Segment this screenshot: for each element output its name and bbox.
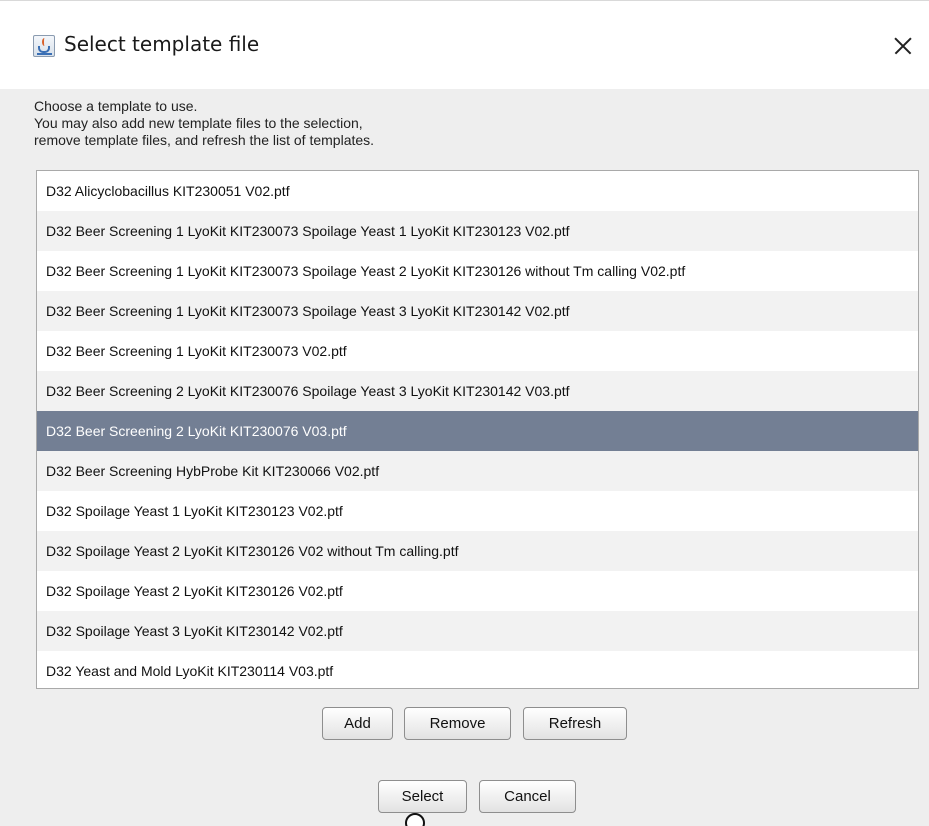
template-list-item[interactable]: D32 Spoilage Yeast 2 LyoKit KIT230126 V0… [37,531,918,571]
mouse-cursor-icon [405,813,425,826]
template-list-item[interactable]: D32 Spoilage Yeast 1 LyoKit KIT230123 V0… [37,491,918,531]
refresh-button[interactable]: Refresh [523,707,627,740]
close-icon[interactable] [888,29,922,63]
template-list-item[interactable]: D32 Spoilage Yeast 3 LyoKit KIT230142 V0… [37,611,918,651]
template-list-item[interactable]: D32 Beer Screening 1 LyoKit KIT230073 Sp… [37,211,918,251]
add-button[interactable]: Add [322,707,393,740]
template-list-item[interactable]: D32 Beer Screening HybProbe Kit KIT23006… [37,451,918,491]
instruction-line: You may also add new template files to t… [34,115,363,131]
java-cup-icon [33,35,55,57]
instructions-text: Choose a template to use. You may also a… [34,98,374,149]
template-list-item[interactable]: D32 Alicyclobacillus KIT230051 V02.ptf [37,171,918,211]
remove-button[interactable]: Remove [404,707,511,740]
template-list-item[interactable]: D32 Beer Screening 1 LyoKit KIT230073 Sp… [37,291,918,331]
template-list-item[interactable]: D32 Beer Screening 1 LyoKit KIT230073 Sp… [37,251,918,291]
instruction-line: Choose a template to use. [34,98,198,114]
dialog-title: Select template file [64,32,260,56]
title-bar: Select template file [0,1,929,89]
template-list-item[interactable]: D32 Beer Screening 2 LyoKit KIT230076 V0… [37,411,918,451]
template-list[interactable]: D32 Alicyclobacillus KIT230051 V02.ptf D3… [36,170,919,689]
template-list-item[interactable]: D32 Beer Screening 1 LyoKit KIT230073 V0… [37,331,918,371]
select-template-dialog: Select template file Choose a template t… [0,0,929,826]
template-list-item[interactable]: D32 Beer Screening 2 LyoKit KIT230076 Sp… [37,371,918,411]
select-button[interactable]: Select [378,780,467,813]
cancel-button[interactable]: Cancel [479,780,576,813]
instruction-line: remove template files, and refresh the l… [34,132,375,148]
template-list-item[interactable]: D32 Spoilage Yeast 2 LyoKit KIT230126 V0… [37,571,918,611]
template-list-item[interactable]: D32 Yeast and Mold LyoKit KIT230114 V03.… [37,651,918,688]
